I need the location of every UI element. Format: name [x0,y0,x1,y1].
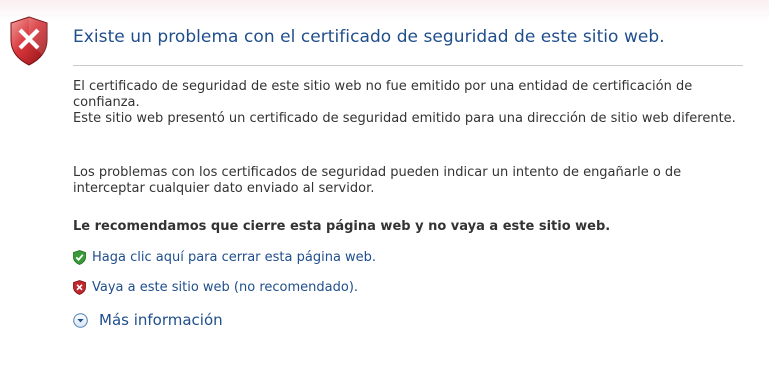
chevron-down-circle-icon[interactable] [73,312,88,328]
certificate-issue-description: El certificado de seguridad de este siti… [73,79,743,127]
more-information-label[interactable]: Más información [99,311,223,329]
continue-to-site-link[interactable]: Vaya a este sitio web (no recomendado). [73,278,358,296]
risk-explanation-text: Los problemas con los certificados de se… [73,165,682,196]
green-check-shield-icon [73,249,86,265]
continue-to-site-link-label[interactable]: Vaya a este sitio web (no recomendado). [92,280,358,295]
divider [73,65,743,66]
untrusted-issuer-text: El certificado de seguridad de este siti… [73,79,693,110]
close-page-link[interactable]: Haga clic aquí para cerrar esta página w… [73,248,376,266]
address-mismatch-text: Este sitio web presentó un certificado d… [73,111,736,126]
more-information-toggle[interactable]: Más información [73,311,223,329]
recommendation-text: Le recomendamos que cierre esta página w… [73,219,611,234]
error-shield-icon [10,16,48,66]
close-page-link-label[interactable]: Haga clic aquí para cerrar esta página w… [92,250,376,265]
red-x-shield-icon [73,279,86,295]
page-title: Existe un problema con el certificado de… [73,27,665,47]
